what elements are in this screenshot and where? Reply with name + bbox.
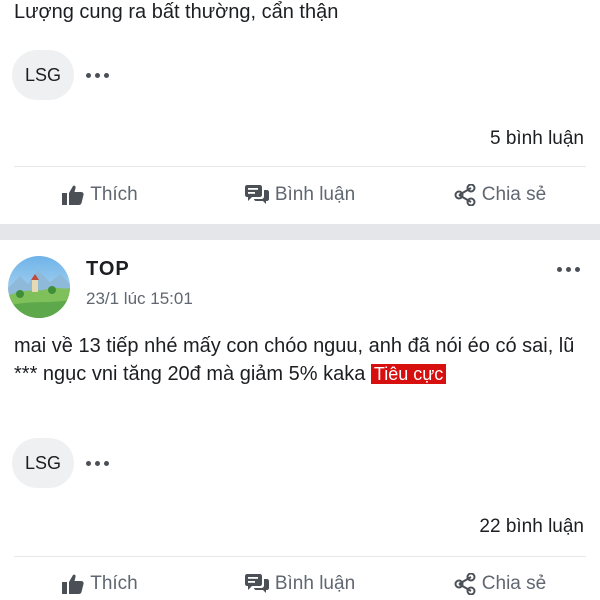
avatar[interactable]	[8, 256, 70, 318]
like-button[interactable]: Thích	[0, 556, 200, 600]
share-button[interactable]: Chia sẻ	[400, 167, 600, 223]
thumbs-up-icon	[62, 185, 84, 205]
comment-count[interactable]: 5 bình luận	[490, 128, 584, 150]
post-card: Lượng cung ra bất thường, cẩn thận LSG 5…	[0, 0, 600, 224]
comment-bubbles-icon	[244, 574, 269, 593]
post-timestamp[interactable]: 23/1 lúc 15:01	[86, 289, 193, 309]
more-dots-icon[interactable]	[557, 267, 580, 272]
comment-label: Bình luận	[274, 184, 356, 205]
post-separator	[0, 224, 600, 240]
reaction-row: LSG	[12, 50, 109, 100]
share-button[interactable]: Chia sẻ	[400, 556, 600, 600]
post-text-content: mai về 13 tiếp nhé mấy con chóo nguu, an…	[14, 335, 575, 385]
author-name[interactable]: TOP	[86, 258, 130, 281]
action-bar: Thích Bình luận Chia sẻ	[0, 556, 600, 600]
sentiment-tag: Tiêu cực	[370, 364, 447, 384]
thumbs-up-icon	[62, 574, 84, 594]
reaction-row: LSG	[12, 438, 109, 488]
post-text: mai về 13 tiếp nhé mấy con chóo nguu, an…	[14, 332, 588, 388]
action-bar: Thích Bình luận Chia sẻ	[0, 167, 600, 223]
post-text: Lượng cung ra bất thường, cẩn thận	[14, 1, 339, 23]
share-icon	[454, 184, 476, 206]
share-label: Chia sẻ	[481, 184, 547, 205]
comment-count[interactable]: 22 bình luận	[479, 516, 584, 538]
comment-button[interactable]: Bình luận	[200, 167, 400, 223]
more-dots-icon[interactable]	[86, 460, 109, 466]
more-dots-icon[interactable]	[86, 72, 109, 78]
post-card: TOP 23/1 lúc 15:01 mai về 13 tiếp nhé mấ…	[0, 240, 600, 600]
like-label: Thích	[90, 573, 138, 594]
share-icon	[454, 573, 476, 595]
like-label: Thích	[90, 184, 138, 205]
comment-bubbles-icon	[244, 185, 269, 204]
comment-button[interactable]: Bình luận	[200, 556, 400, 600]
reactor-badge[interactable]: LSG	[12, 50, 74, 100]
reactor-badge[interactable]: LSG	[12, 438, 74, 488]
comment-label: Bình luận	[274, 573, 356, 594]
share-label: Chia sẻ	[481, 573, 547, 594]
like-button[interactable]: Thích	[0, 167, 200, 223]
